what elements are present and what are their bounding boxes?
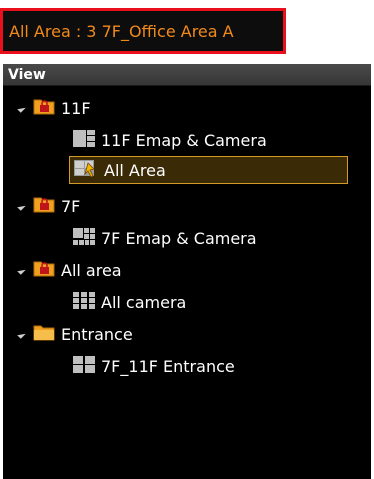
tree-group-entrance[interactable]: Entrance <box>17 320 133 348</box>
expand-arrow-icon[interactable] <box>17 103 26 113</box>
tree-item-label: All camera <box>101 292 187 312</box>
expand-arrow-icon[interactable] <box>17 201 26 211</box>
tree-group-7f[interactable]: 7F <box>17 192 81 220</box>
tree-item-label: All Area <box>104 160 166 180</box>
tree-item-label: 11F Emap & Camera <box>101 130 267 150</box>
emap-camera-layout-icon <box>73 129 95 151</box>
expand-arrow-icon[interactable] <box>17 265 26 275</box>
tree-item-label: 7F Emap & Camera <box>101 228 257 248</box>
locked-folder-icon <box>33 259 55 281</box>
tree-item-all-area-selected[interactable]: All Area <box>69 156 348 184</box>
tree-group-label: 7F <box>61 196 81 216</box>
locked-folder-icon <box>33 195 55 217</box>
quad-layout-icon <box>73 355 95 377</box>
area-layout-icon <box>74 159 98 181</box>
tree-item-label: 7F_11F Entrance <box>101 356 235 376</box>
tree-group-label: All area <box>61 260 122 280</box>
locked-folder-icon <box>33 97 55 119</box>
tree-item-all-camera[interactable]: All camera <box>73 288 186 316</box>
current-view-title-box: All Area : 3 7F_Office Area A <box>0 8 286 54</box>
folder-icon <box>33 323 55 345</box>
tree-group-label: Entrance <box>61 324 133 344</box>
tree-item-11f-emap-camera[interactable]: 11F Emap & Camera <box>73 126 267 154</box>
camera-grid-icon <box>73 291 95 313</box>
expand-arrow-icon[interactable] <box>17 329 26 339</box>
tree-group-label: 11F <box>61 98 91 118</box>
tree-item-7f-11f-entrance[interactable]: 7F_11F Entrance <box>73 352 235 380</box>
current-view-title: All Area : 3 7F_Office Area A <box>9 21 234 41</box>
view-panel-header: View <box>3 64 371 86</box>
view-tree-panel: View 11F 11F Emap & Camera All Area 7F 7… <box>3 64 371 479</box>
tree-group-11f[interactable]: 11F <box>17 94 91 122</box>
tree-group-all-area[interactable]: All area <box>17 256 122 284</box>
tree-item-7f-emap-camera[interactable]: 7F Emap & Camera <box>73 224 257 252</box>
emap-camera-layout-icon <box>73 227 95 249</box>
